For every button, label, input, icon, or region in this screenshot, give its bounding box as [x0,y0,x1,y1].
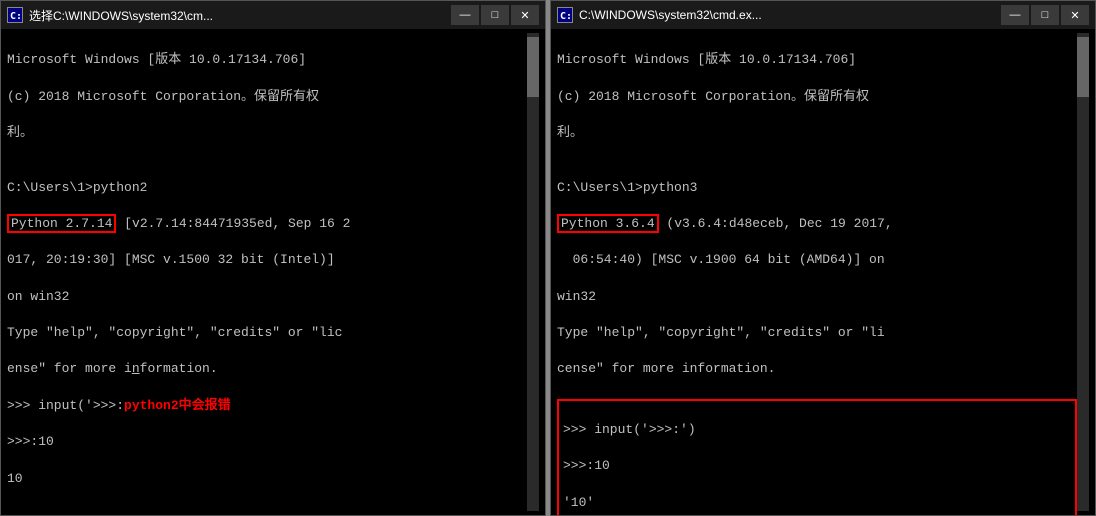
r-line-7: 06:54:40) [MSC v.1900 64 bit (AMD64)] on [557,251,1077,269]
left-title-buttons: — □ ✕ [451,5,539,25]
line-10: ense" for more information. [7,360,527,378]
r-line-2: (c) 2018 Microsoft Corporation。保留所有权 [557,88,1077,106]
right-close-button[interactable]: ✕ [1061,5,1089,25]
line-7: 017, 20:19:30] [MSC v.1500 32 bit (Intel… [7,251,527,269]
r-input-2: >>>:10 [563,457,1071,475]
left-minimize-button[interactable]: — [451,5,479,25]
line-8: on win32 [7,288,527,306]
left-scrollbar-thumb[interactable] [527,37,539,97]
left-terminal: C: 选择C:\WINDOWS\system32\cm... — □ ✕ Mic… [0,0,546,516]
left-terminal-icon: C: [7,7,23,23]
left-title-text: 选择C:\WINDOWS\system32\cm... [29,7,451,24]
r-line-10: cense" for more information. [557,360,1077,378]
annotation-text: python2中会报错 [124,398,231,413]
r-line-9: Type "help", "copyright", "credits" or "… [557,324,1077,342]
line-1: Microsoft Windows [版本 10.0.17134.706] [7,51,527,69]
left-terminal-body: Microsoft Windows [版本 10.0.17134.706] (c… [1,29,545,515]
left-maximize-button[interactable]: □ [481,5,509,25]
python3-version-highlight: Python 3.6.4 [557,214,659,233]
r-line-1: Microsoft Windows [版本 10.0.17134.706] [557,51,1077,69]
right-title-bar: C: C:\WINDOWS\system32\cmd.ex... — □ ✕ [551,1,1095,29]
r-input-1: >>> input('>>>:') [563,421,1071,439]
line-12: >>>:10 [7,433,527,451]
r-line-3: 利。 [557,124,1077,142]
line-2: (c) 2018 Microsoft Corporation。保留所有权 [7,88,527,106]
line-9: Type "help", "copyright", "credits" or "… [7,324,527,342]
right-scrollbar-thumb[interactable] [1077,37,1089,97]
left-scrollbar[interactable] [527,33,539,511]
right-scrollbar[interactable] [1077,33,1089,511]
right-terminal-icon: C: [557,7,573,23]
left-close-button[interactable]: ✕ [511,5,539,25]
line-5: C:\Users\1>python2 [7,179,527,197]
line-11: >>> input('>>>:python2中会报错 [7,397,527,415]
r-line-6: Python 3.6.4 (v3.6.4:d48eceb, Dec 19 201… [557,215,1077,233]
right-title-buttons: — □ ✕ [1001,5,1089,25]
right-maximize-button[interactable]: □ [1031,5,1059,25]
right-terminal-content: Microsoft Windows [版本 10.0.17134.706] (c… [557,33,1077,511]
right-title-text: C:\WINDOWS\system32\cmd.ex... [579,8,1001,22]
right-minimize-button[interactable]: — [1001,5,1029,25]
svg-text:C:: C: [560,11,572,22]
r-line-5: C:\Users\1>python3 [557,179,1077,197]
svg-text:C:: C: [10,11,22,22]
r-input-3: '10' [563,494,1071,512]
right-terminal: C: C:\WINDOWS\system32\cmd.ex... — □ ✕ M… [550,0,1096,516]
line-6: Python 2.7.14 [v2.7.14:84471935ed, Sep 1… [7,215,527,233]
line-3: 利。 [7,124,527,142]
r-line-8: win32 [557,288,1077,306]
left-terminal-content: Microsoft Windows [版本 10.0.17134.706] (c… [7,33,527,511]
line-13: 10 [7,470,527,488]
right-terminal-body: Microsoft Windows [版本 10.0.17134.706] (c… [551,29,1095,515]
right-input-box: >>> input('>>>:') >>>:10 '10' >>> input(… [557,399,1077,515]
left-title-bar: C: 选择C:\WINDOWS\system32\cm... — □ ✕ [1,1,545,29]
python2-version-highlight: Python 2.7.14 [7,214,116,233]
